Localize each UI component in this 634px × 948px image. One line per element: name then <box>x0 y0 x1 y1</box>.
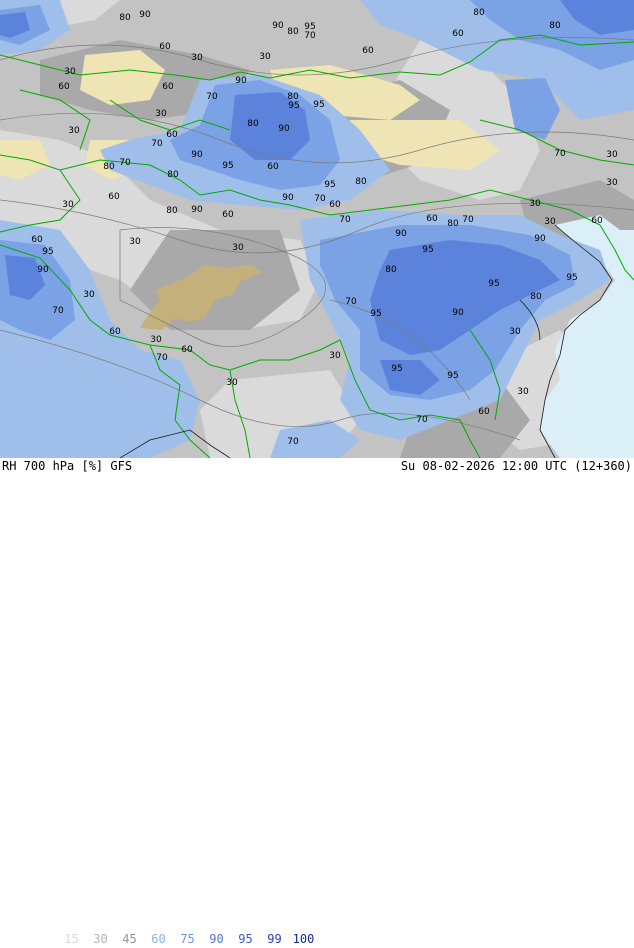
contour-label: 95 <box>447 371 458 381</box>
contour-label: 30 <box>129 237 141 247</box>
contour-label: 70 <box>304 31 316 41</box>
contour-label: 80 <box>447 219 459 229</box>
map-area: 80 90 90 95 80 70 80 80 60 60 60 30 30 30 60 60 90 70 80 95… <box>0 0 634 458</box>
contour-label: 60 <box>181 345 193 355</box>
contour-label: 30 <box>509 327 521 337</box>
contour-label: 30 <box>544 217 556 227</box>
legend-value: 100 <box>292 932 315 946</box>
contour-label: 60 <box>222 210 234 220</box>
contour-label: 90 <box>452 308 464 318</box>
legend-value: 45 <box>122 932 137 946</box>
contour-label: 70 <box>287 437 299 447</box>
contour-label: 90 <box>37 265 49 275</box>
contour-label: 80 <box>287 27 299 37</box>
contour-label: 30 <box>517 387 529 397</box>
contour-label: 95 <box>391 364 402 374</box>
contour-label: 80 <box>549 21 561 31</box>
contour-label: 30 <box>606 150 618 160</box>
contour-label: 60 <box>329 200 341 210</box>
contour-label: 70 <box>345 297 357 307</box>
contour-label: 90 <box>278 124 290 134</box>
contour-label: 70 <box>151 139 163 149</box>
contour-label: 80 <box>167 170 179 180</box>
contour-label: 60 <box>362 46 374 56</box>
contour-label: 60 <box>108 192 120 202</box>
legend-value: 30 <box>93 932 108 946</box>
legend-value: 60 <box>151 932 166 946</box>
contour-label: 60 <box>478 407 490 417</box>
contour-label: 80 <box>355 177 367 187</box>
contour-label: 90 <box>191 150 203 160</box>
contour-label: 30 <box>83 290 95 300</box>
contour-label: 90 <box>235 76 247 86</box>
legend-value: 95 <box>238 932 253 946</box>
legend-value: 15 <box>64 932 79 946</box>
contour-label: 80 <box>103 162 115 172</box>
product-label: RH 700 hPa [%] GFS <box>2 459 133 473</box>
rh-map: 80 9090 9580 7080806060 6030 303060 609070 8095… <box>0 0 634 458</box>
legend-value: 75 <box>180 932 195 946</box>
contour-label: 60 <box>452 29 464 39</box>
contour-label: 30 <box>191 53 203 63</box>
contour-label: 90 <box>395 229 407 239</box>
contour-label: 95 <box>288 101 299 111</box>
contour-label: 90 <box>139 10 151 20</box>
contour-label: 80 <box>166 206 178 216</box>
contour-label: 70 <box>416 415 428 425</box>
legend-value: 99 <box>267 932 282 946</box>
contour-label: 30 <box>606 178 618 188</box>
contour-label: 60 <box>58 82 70 92</box>
contour-label: 30 <box>68 126 80 136</box>
contour-label: 80 <box>119 13 131 23</box>
contour-label: 80 <box>385 265 397 275</box>
contour-label: 30 <box>259 52 271 62</box>
contour-label: 90 <box>534 234 546 244</box>
contour-label: 80 <box>473 8 485 18</box>
contour-label: 70 <box>554 149 566 159</box>
contour-label: 80 <box>530 292 542 302</box>
contour-label: 30 <box>150 335 162 345</box>
contour-label: 60 <box>166 130 178 140</box>
contour-label: 30 <box>529 199 541 209</box>
contour-label: 60 <box>426 214 438 224</box>
contour-label: 95 <box>222 161 233 171</box>
contour-label: 60 <box>31 235 43 245</box>
contour-label: 95 <box>422 245 433 255</box>
contour-label: 95 <box>313 100 324 110</box>
contour-label: 30 <box>226 378 238 388</box>
contour-label: 90 <box>282 193 294 203</box>
contour-label: 95 <box>566 273 577 283</box>
contour-label: 60 <box>162 82 174 92</box>
contour-label: 70 <box>339 215 351 225</box>
contour-label: 90 <box>272 21 284 31</box>
legend: 15 30 45 60 75 90 95 99 100 <box>57 932 318 948</box>
contour-label: 60 <box>159 42 171 52</box>
contour-label: 95 <box>488 279 499 289</box>
contour-label: 30 <box>329 351 341 361</box>
datetime-label: Su 08-02-2026 12:00 UTC (12+360) <box>400 459 632 473</box>
contour-label: 95 <box>42 247 53 257</box>
contour-label: 95 <box>324 180 335 190</box>
contour-label: 70 <box>156 353 168 363</box>
contour-label: 60 <box>267 162 279 172</box>
contour-label: 60 <box>109 327 121 337</box>
contour-label: 30 <box>64 67 76 77</box>
contour-label: 80 <box>247 119 259 129</box>
contour-label: 30 <box>155 109 167 119</box>
contour-label: 30 <box>232 243 244 253</box>
footer: RH 700 hPa [%] GFS Su 08-02-2026 12:00 U… <box>0 458 634 946</box>
contour-label: 70 <box>462 215 474 225</box>
contour-label: 95 <box>370 309 381 319</box>
contour-label: 60 <box>591 216 603 226</box>
contour-label: 90 <box>191 205 203 215</box>
contour-label: 70 <box>52 306 64 316</box>
contour-label: 70 <box>206 92 218 102</box>
contour-label: 70 <box>119 158 131 168</box>
legend-value: 90 <box>209 932 224 946</box>
contour-label: 70 <box>314 194 326 204</box>
contour-label: 30 <box>62 200 74 210</box>
